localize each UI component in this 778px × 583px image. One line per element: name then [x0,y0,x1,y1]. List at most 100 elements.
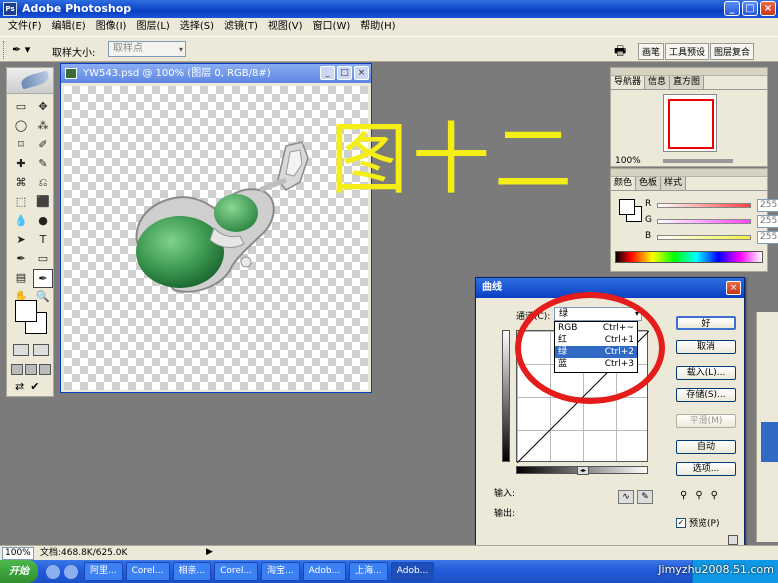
color-panel-foreground-swatch[interactable] [619,199,635,215]
menu-view[interactable]: 视图(V) [263,18,308,36]
sample-size-select[interactable]: 取样点 ▾ [108,41,186,57]
color-b-slider[interactable] [657,235,751,240]
standard-mode-icon[interactable] [13,344,29,356]
load-button[interactable]: 载入(L)... [676,366,736,380]
gray-point-eyedropper-icon[interactable]: ⚲ [695,490,702,501]
pen-tool-icon[interactable]: ✒ [11,250,31,269]
taskbar-item[interactable]: 上海... [349,562,388,581]
tab-swatches[interactable]: 色板 [636,177,662,190]
document-minimize-button[interactable]: _ [320,66,335,80]
channel-select[interactable]: 绿 ▾ [554,307,642,321]
preview-checkbox[interactable]: ✓ [676,517,686,528]
tab-color[interactable]: 颜色 [611,177,637,190]
curves-dialog-title[interactable]: 曲线 [476,278,744,298]
eyedropper-icon[interactable]: ✒ ▾ [12,43,36,57]
history-brush-tool-icon[interactable]: ⎌ [33,174,53,193]
black-point-eyedropper-icon[interactable]: ⚲ [680,490,687,501]
toolbox-header[interactable] [7,68,53,94]
foreground-color-swatch[interactable] [15,300,37,322]
ie-icon[interactable] [46,564,60,579]
notes-tool-icon[interactable]: ▤ [11,269,31,288]
channel-option-rgb[interactable]: RGB Ctrl+~ [555,322,637,334]
preview-checkbox-row[interactable]: ✓ 预览(P) [676,516,719,529]
color-r-slider[interactable] [657,203,751,208]
navigator-panel-grip[interactable] [611,68,767,76]
navigator-zoom-value[interactable]: 100% [615,156,641,166]
path-selection-tool-icon[interactable]: ➤ [11,231,31,250]
gradient-toggle-icon[interactable]: ◂▸ [577,466,589,475]
menu-filter[interactable]: 滤镜(T) [219,18,263,36]
full-screen-icon[interactable] [39,364,51,375]
dodge-tool-icon[interactable]: ● [33,212,53,231]
full-screen-menu-icon[interactable] [25,364,37,375]
tab-histogram[interactable]: 直方图 [670,76,705,89]
color-r-input[interactable]: 255 [757,199,778,212]
menu-help[interactable]: 帮助(H) [355,18,400,36]
magic-wand-tool-icon[interactable]: ⁂ [33,117,53,136]
crop-tool-icon[interactable]: ⌑ [11,136,31,155]
document-close-button[interactable]: × [354,66,369,80]
clone-stamp-tool-icon[interactable]: ⌘ [11,174,31,193]
status-menu-arrow-icon[interactable]: ▶ [206,547,213,557]
channel-option-green[interactable]: 绿 Ctrl+2 [555,346,637,358]
minimize-button[interactable]: _ [724,1,740,16]
tab-navigator[interactable]: 导航器 [611,76,646,89]
menu-window[interactable]: 窗口(W) [308,18,356,36]
curve-tool-icon[interactable]: ∿ [618,490,634,504]
taskbar-item[interactable]: Corel... [214,562,259,581]
quick-mask-mode-icon[interactable] [33,344,49,356]
taskbar-item[interactable]: Adob... [302,562,347,581]
well-tab-brushes[interactable]: 画笔 [638,43,665,60]
color-g-slider[interactable] [657,219,751,224]
channel-option-blue[interactable]: 蓝 Ctrl+3 [555,358,637,370]
menu-file[interactable]: 文件(F) [3,18,47,36]
expand-dialog-icon[interactable] [728,535,738,545]
smooth-button[interactable]: 平滑(M) [676,414,736,428]
menu-layer[interactable]: 图层(L) [131,18,174,36]
lasso-tool-icon[interactable]: ◯ [11,117,31,136]
move-tool-icon[interactable]: ✥ [33,98,53,117]
menu-select[interactable]: 选择(S) [175,18,219,36]
blur-tool-icon[interactable]: 💧 [11,212,31,231]
tab-info[interactable]: 信息 [645,76,671,89]
channel-option-red[interactable]: 红 Ctrl+1 [555,334,637,346]
well-tab-tool-presets[interactable]: 工具预设 [665,43,710,60]
options-bar-grip[interactable] [3,41,6,59]
edit-icon[interactable]: ✔ [30,380,39,393]
auto-button[interactable]: 自动 [676,440,736,454]
desktop-icon[interactable] [64,564,78,579]
navigator-thumbnail[interactable] [663,94,717,152]
menu-edit[interactable]: 编辑(E) [47,18,91,36]
color-b-input[interactable]: 255 [757,231,778,244]
curves-dialog-close-button[interactable]: × [726,281,741,295]
document-maximize-button[interactable]: □ [337,66,352,80]
eyedropper-tool-icon[interactable]: ✒ [33,269,53,288]
slice-tool-icon[interactable]: ✐ [33,136,53,155]
maximize-button[interactable]: □ [742,1,758,16]
taskbar-item[interactable]: 淘宝... [261,562,300,581]
printer-icon[interactable]: 🖶 [614,42,634,59]
jump-to-imageready-icon[interactable]: ⇄ [15,380,24,393]
taskbar-item[interactable]: 相亲... [172,562,212,581]
standard-screen-icon[interactable] [11,364,23,375]
taskbar-item[interactable]: Corel... [125,562,170,581]
brush-tool-icon[interactable]: ✎ [33,155,53,174]
image-canvas[interactable] [64,86,368,390]
taskbar-item[interactable]: Adob... [390,562,435,581]
menu-image[interactable]: 图像(I) [91,18,132,36]
options-button[interactable]: 选项... [676,462,736,476]
color-g-input[interactable]: 255 [757,215,778,228]
color-panel-grip[interactable] [611,169,767,177]
document-titlebar[interactable]: YW543.psd @ 100% (图层 0, RGB/8#) _ □ × [61,64,371,83]
navigator-view-box[interactable] [668,99,714,149]
tab-styles[interactable]: 样式 [661,177,687,190]
pencil-tool-icon[interactable]: ✎ [637,490,653,504]
type-tool-icon[interactable]: T [33,231,53,250]
color-spectrum-bar[interactable] [615,251,763,263]
white-point-eyedropper-icon[interactable]: ⚲ [711,490,718,501]
close-button[interactable]: × [760,1,776,16]
rectangle-tool-icon[interactable]: ▭ [33,250,53,269]
save-button[interactable]: 存储(S)... [676,388,736,402]
healing-brush-tool-icon[interactable]: ✚ [11,155,31,174]
ok-button[interactable]: 好 [676,316,736,330]
